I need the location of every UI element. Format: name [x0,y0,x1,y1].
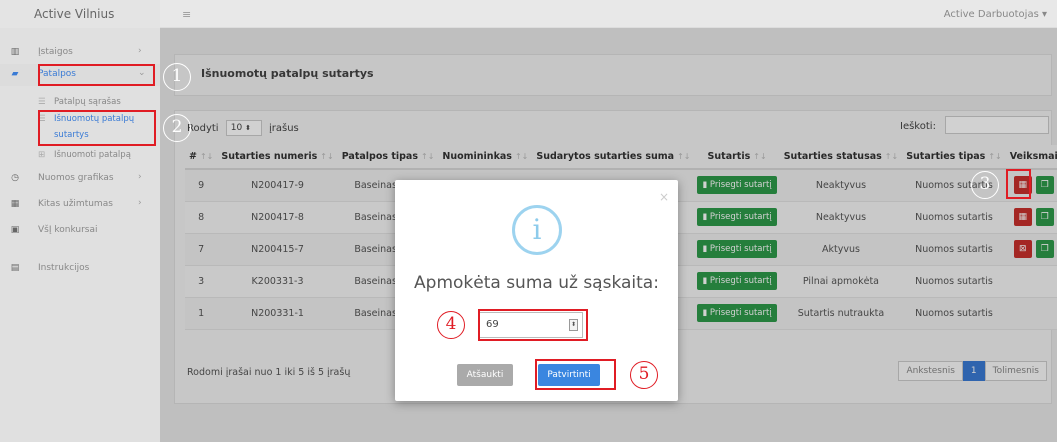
close-icon[interactable]: × [659,190,669,204]
plus-square-icon: ⊞ [38,150,46,160]
step-marker-2: 2 [163,114,191,142]
highlight-box-2 [38,110,156,146]
top-bar: Active Vilnius ≡ Active Darbuotojas ▾ [0,0,1057,28]
user-name: Active Darbuotojas [943,9,1039,20]
sidebar-item-istaigos[interactable]: ▥ Įstaigos › [0,42,160,64]
subitem-label: Išnuomoti patalpą [54,150,131,160]
chevron-right-icon: › [138,172,142,182]
sidebar-item-label: Nuomos grafikas [38,173,114,183]
sidebar-item-label: Instrukcijos [38,263,90,273]
hamburger-icon[interactable]: ≡ [182,8,191,21]
step-marker-3: 3 [971,171,999,199]
chevron-down-icon: ▾ [1041,9,1047,20]
sidebar-item-kitas-uzimtumas[interactable]: ▦ Kitas užimtumas › [0,194,160,216]
highlight-box-1 [38,64,155,86]
highlight-box-4 [478,309,588,341]
sidebar-item-label: Kitas užimtumas [38,199,113,209]
list-icon: ☰ [38,97,46,107]
subitem-label: Patalpų sąrašas [54,97,121,107]
brand-logo[interactable]: Active Vilnius [0,0,160,28]
sidebar-item-label: VšĮ konkursai [38,225,98,235]
sidebar-item-label: Įstaigos [38,47,73,57]
info-icon: i [512,205,562,255]
user-menu[interactable]: Active Darbuotojas ▾ [944,9,1047,20]
cancel-button[interactable]: Atšaukti [457,364,513,386]
chevron-right-icon: › [138,46,142,56]
step-marker-1: 1 [163,63,191,91]
modal-title: Apmokėta suma už sąskaita: [414,273,659,293]
building-icon: ▥ [10,47,20,57]
document-icon: ▤ [10,263,20,273]
sidebar-subitem-isnuomoti-patalpa[interactable]: ⊞ Išnuomoti patalpą [38,150,131,160]
sidebar: ▥ Įstaigos › ▰ Patalpos ⌄ ☰ Patalpų sąraš… [0,28,160,442]
sidebar-item-vsi-konkursai[interactable]: ▣ VšĮ konkursai [0,220,160,242]
highlight-box-5 [535,359,616,390]
chevron-right-icon: › [138,198,142,208]
clock-icon: ◷ [11,173,19,183]
sidebar-item-nuomos-grafikas[interactable]: ◷ Nuomos grafikas › [0,168,160,190]
step-marker-5: 5 [630,361,658,389]
sidebar-item-instrukcijos[interactable]: ▤ Instrukcijos [0,258,160,280]
calendar-icon: ▦ [10,199,20,209]
highlight-box-3 [1006,169,1031,199]
sidebar-subitem-patalpu-sarasas[interactable]: ☰ Patalpų sąrašas [38,97,121,107]
monitor-icon: ▣ [10,225,20,235]
step-marker-4: 4 [437,311,465,339]
car-icon: ▰ [11,69,19,79]
